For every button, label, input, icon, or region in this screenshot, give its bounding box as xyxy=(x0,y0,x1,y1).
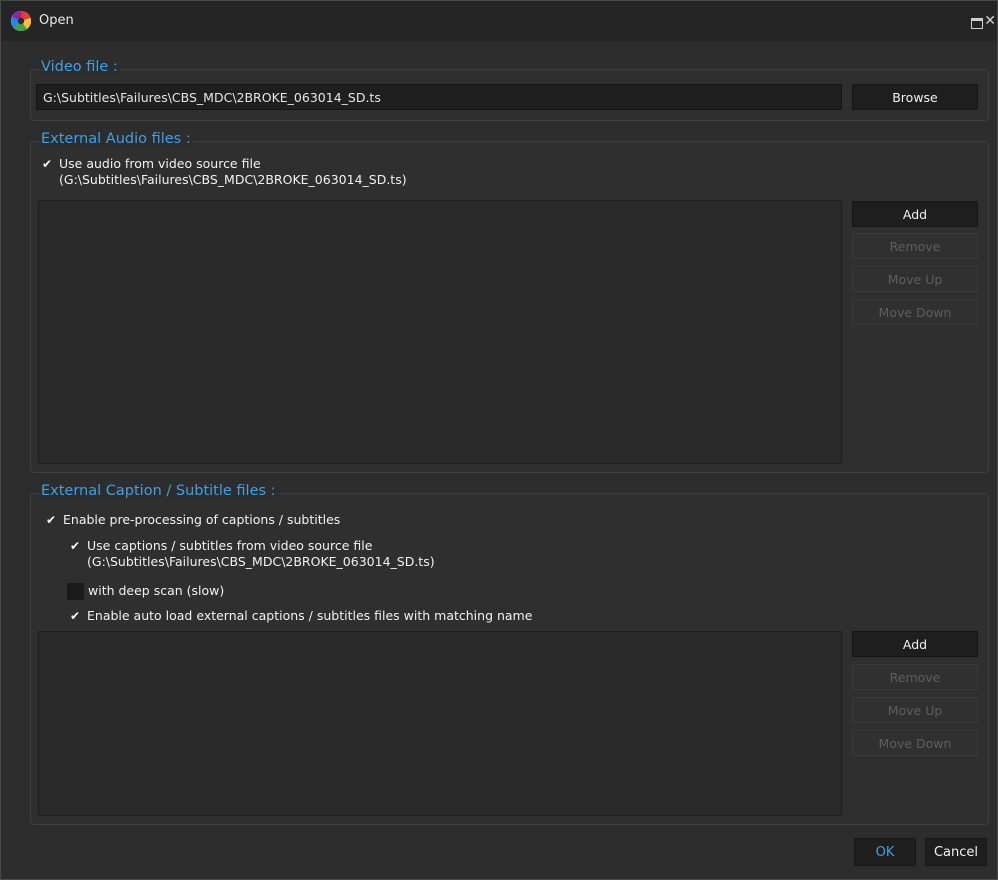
window-title: Open xyxy=(39,13,74,28)
cancel-button[interactable]: Cancel xyxy=(925,838,987,866)
audio-remove-button[interactable]: Remove xyxy=(852,233,978,259)
browse-button[interactable]: Browse xyxy=(852,84,978,110)
deep-scan-checkbox[interactable]: with deep scan (slow) xyxy=(67,583,224,600)
audio-file-list[interactable] xyxy=(38,200,842,464)
checkmark-icon: ✔ xyxy=(41,157,53,171)
checkmark-icon: ✔ xyxy=(45,513,57,527)
close-icon[interactable]: ✕ xyxy=(984,12,996,30)
audio-legend: External Audio files : xyxy=(39,131,193,147)
open-dialog: Open ✕ Video file : Browse External Audi… xyxy=(0,0,998,880)
captions-move-down-button[interactable]: Move Down xyxy=(852,730,978,756)
app-logo-icon xyxy=(11,11,31,31)
captions-move-up-button[interactable]: Move Up xyxy=(852,697,978,723)
deep-scan-label: with deep scan (slow) xyxy=(88,583,225,598)
use-captions-source-label: Use captions / subtitles from video sour… xyxy=(87,538,373,553)
captions-remove-button[interactable]: Remove xyxy=(852,664,978,690)
audio-move-down-button[interactable]: Move Down xyxy=(852,299,978,325)
ok-button[interactable]: OK xyxy=(854,838,916,866)
enable-preprocessing-label: Enable pre-processing of captions / subt… xyxy=(63,512,341,527)
use-audio-source-label: Use audio from video source file xyxy=(59,156,261,171)
title-bar[interactable]: Open ✕ xyxy=(1,1,997,41)
captions-add-button[interactable]: Add xyxy=(852,631,978,657)
checkmark-icon: ✔ xyxy=(69,539,81,553)
auto-load-checkbox[interactable]: ✔ Enable auto load external captions / s… xyxy=(67,608,532,624)
audio-group: External Audio files : ✔ Use audio from … xyxy=(30,131,989,473)
use-captions-source-path: (G:\Subtitles\Failures\CBS_MDC\2BROKE_06… xyxy=(87,554,435,569)
audio-add-button[interactable]: Add xyxy=(852,201,978,227)
video-file-group: Video file : Browse xyxy=(30,59,989,121)
audio-move-up-button[interactable]: Move Up xyxy=(852,266,978,292)
video-file-legend: Video file : xyxy=(39,59,120,75)
enable-preprocessing-checkbox[interactable]: ✔ Enable pre-processing of captions / su… xyxy=(43,512,340,528)
use-audio-source-checkbox[interactable]: ✔ Use audio from video source file (G:\S… xyxy=(39,156,407,188)
captions-legend: External Caption / Subtitle files : xyxy=(39,483,278,499)
unchecked-box-icon xyxy=(67,583,84,600)
auto-load-label: Enable auto load external captions / sub… xyxy=(87,608,533,623)
captions-file-list[interactable] xyxy=(38,631,842,816)
use-audio-source-path: (G:\Subtitles\Failures\CBS_MDC\2BROKE_06… xyxy=(59,172,407,187)
use-captions-source-checkbox[interactable]: ✔ Use captions / subtitles from video so… xyxy=(67,538,435,570)
checkmark-icon: ✔ xyxy=(69,609,81,623)
video-path-input[interactable] xyxy=(36,84,842,110)
maximize-icon[interactable] xyxy=(971,18,983,29)
captions-group: External Caption / Subtitle files : ✔ En… xyxy=(30,483,989,825)
